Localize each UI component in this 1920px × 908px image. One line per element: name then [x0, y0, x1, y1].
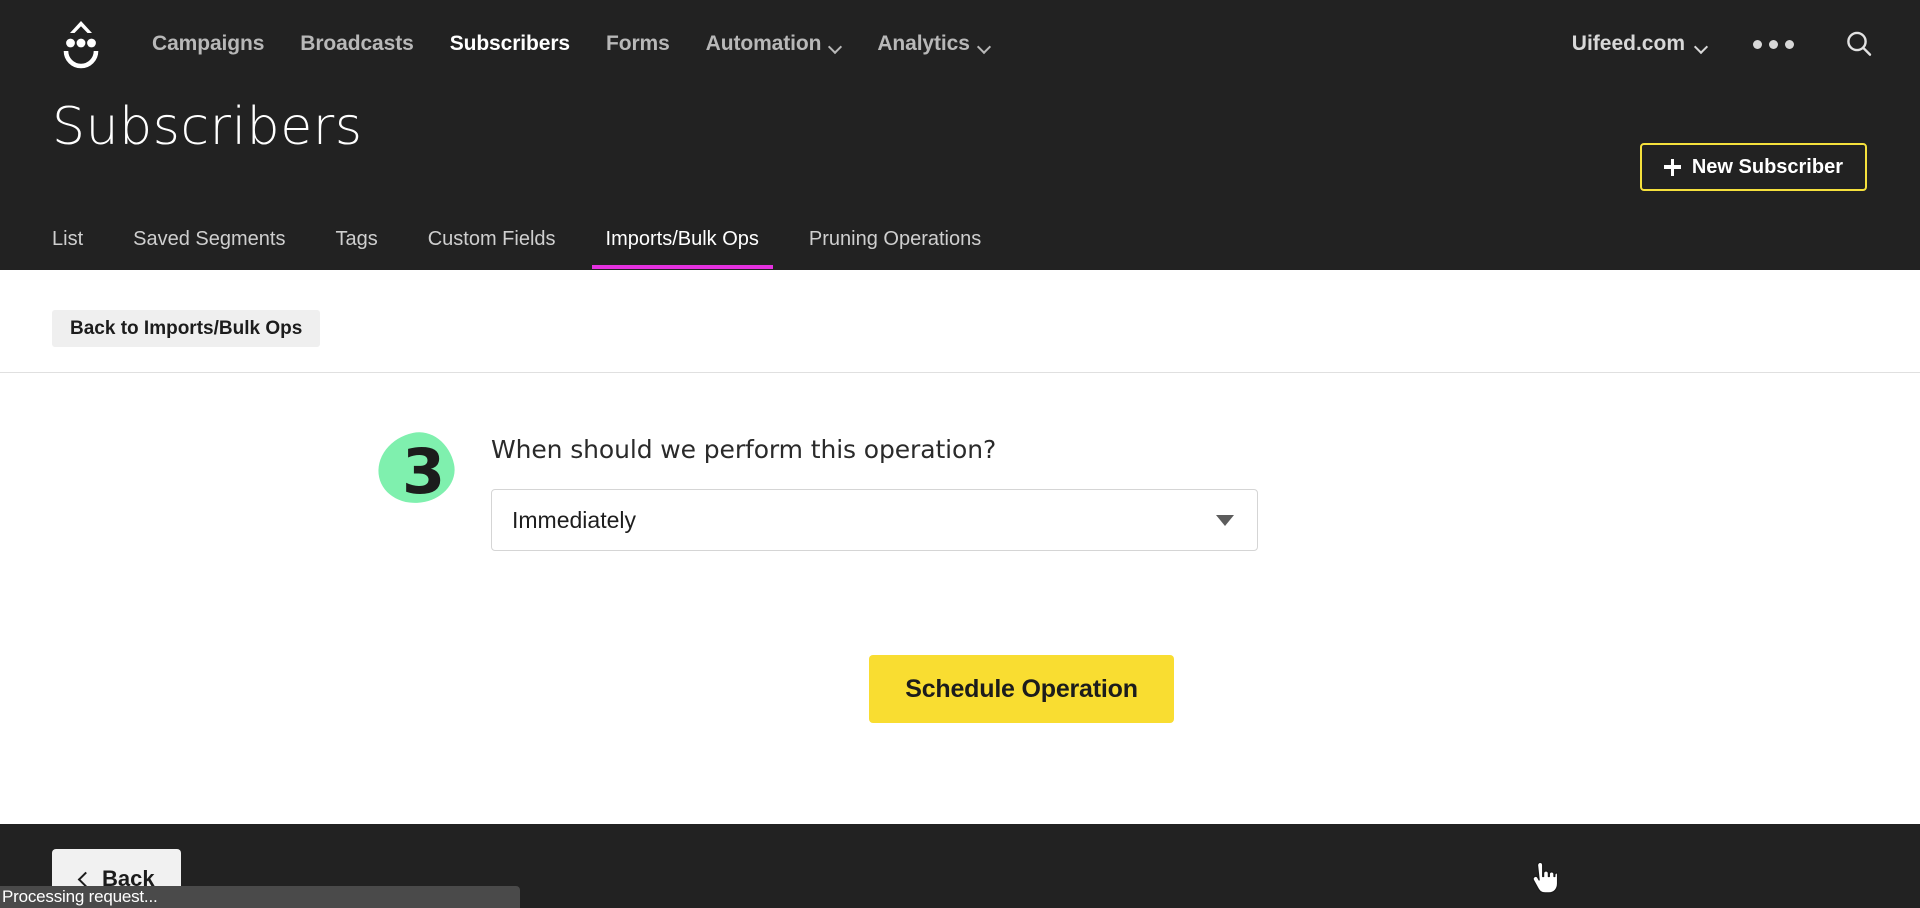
nav-item-label: Analytics: [877, 32, 970, 55]
section-tabs: List Saved Segments Tags Custom Fields I…: [52, 228, 1031, 270]
tab-label: List: [52, 228, 84, 250]
nav-item-subscribers[interactable]: Subscribers: [450, 32, 570, 56]
step-question-label: When should we perform this operation?: [491, 435, 997, 464]
kit-logo[interactable]: [53, 14, 109, 70]
tab-imports-bulk-ops[interactable]: Imports/Bulk Ops: [591, 228, 774, 269]
dot: [1753, 39, 1762, 49]
new-subscriber-label: New Subscriber: [1691, 155, 1843, 178]
back-to-imports-button[interactable]: Back to Imports/Bulk Ops: [52, 310, 321, 347]
main-navigation: Campaigns Broadcasts Subscribers Forms A…: [0, 0, 1920, 88]
tab-label: Custom Fields: [427, 228, 556, 250]
dot: [1769, 39, 1778, 49]
nav-item-label: Forms: [605, 32, 670, 55]
nav-item-label: Campaigns: [152, 32, 265, 55]
nav-links: Campaigns Broadcasts Subscribers Forms A…: [152, 0, 1026, 88]
schedule-operation-button[interactable]: Schedule Operation: [869, 655, 1174, 723]
step-body: When should we perform this operation? I…: [491, 433, 1281, 551]
step-number: 3: [402, 435, 446, 508]
nav-item-label: Automation: [705, 32, 822, 55]
nav-item-label: Subscribers: [449, 32, 570, 55]
schedule-select-wrapper: Immediately: [491, 489, 1258, 551]
account-switcher[interactable]: Uifeed.com: [1572, 32, 1707, 56]
status-text: Processing request...: [2, 887, 158, 906]
sub-toolbar: Back to Imports/Bulk Ops: [0, 270, 1920, 373]
ellipsis-icon[interactable]: [1753, 39, 1794, 49]
chevron-left-icon: [78, 871, 89, 887]
dot: [1785, 39, 1794, 49]
tab-pruning-operations[interactable]: Pruning Operations: [809, 228, 981, 269]
chevron-down-icon: [830, 42, 841, 49]
chevron-down-icon: [1696, 42, 1707, 49]
tab-saved-segments[interactable]: Saved Segments: [133, 228, 285, 269]
page-header: Campaigns Broadcasts Subscribers Forms A…: [0, 0, 1920, 270]
nav-item-forms[interactable]: Forms: [606, 32, 670, 56]
nav-item-label: Broadcasts: [300, 32, 414, 55]
tab-label: Pruning Operations: [808, 228, 982, 250]
tab-tags[interactable]: Tags: [335, 228, 377, 269]
step-number-badge: 3: [371, 425, 461, 515]
nav-item-automation[interactable]: Automation: [706, 32, 842, 56]
nav-item-broadcasts[interactable]: Broadcasts: [300, 32, 413, 56]
app-root: Campaigns Broadcasts Subscribers Forms A…: [0, 0, 1920, 908]
schedule-select[interactable]: Immediately: [491, 489, 1258, 551]
nav-item-campaigns[interactable]: Campaigns: [152, 32, 264, 56]
page-title: Subscribers: [52, 97, 363, 157]
plus-icon: [1663, 158, 1681, 176]
search-icon[interactable]: [1844, 29, 1874, 59]
chevron-down-icon: [979, 42, 990, 49]
new-subscriber-button[interactable]: New Subscriber: [1639, 143, 1867, 191]
tab-label: Imports/Bulk Ops: [605, 228, 759, 250]
main-content: 3 When should we perform this operation?…: [0, 373, 1920, 824]
nav-item-analytics[interactable]: Analytics: [877, 32, 989, 56]
browser-status-bar: Processing request...: [0, 886, 520, 908]
tab-list[interactable]: List: [52, 228, 83, 269]
tab-label: Tags: [335, 228, 378, 250]
account-name: Uifeed.com: [1571, 32, 1685, 55]
tab-custom-fields[interactable]: Custom Fields: [428, 228, 556, 269]
tab-label: Saved Segments: [133, 228, 286, 250]
nav-right-group: Uifeed.com: [1572, 0, 1874, 88]
